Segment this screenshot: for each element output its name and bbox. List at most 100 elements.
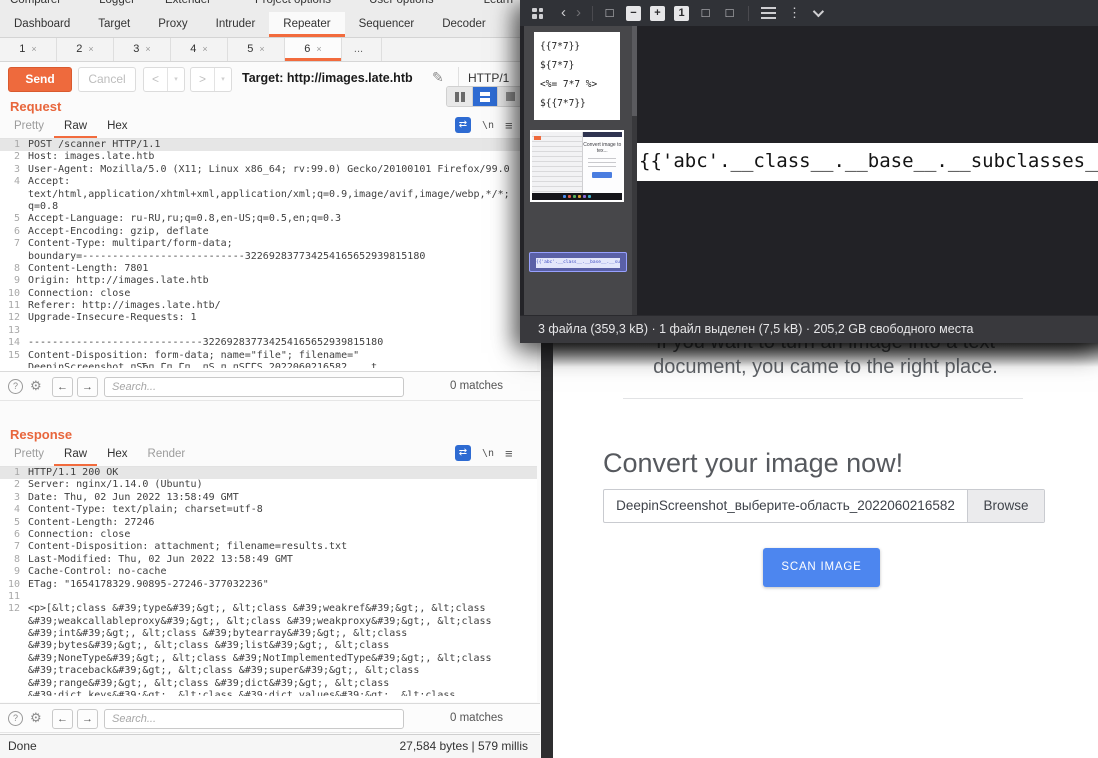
fit-width-icon[interactable]: □: [698, 6, 713, 21]
newline-toggle-icon[interactable]: \n: [482, 120, 494, 131]
file-upload-input[interactable]: DeepinScreenshot_выберите-область_202206…: [603, 489, 1045, 523]
response-title: Response: [10, 427, 72, 442]
code-line: 3Date: Thu, 02 Jun 2022 13:58:49 GMT: [0, 492, 537, 504]
burp-module-tab[interactable]: Proxy: [144, 12, 201, 37]
search-prev-button[interactable]: ←: [52, 709, 73, 729]
burp-module-tab[interactable]: Target: [84, 12, 144, 37]
sync-icon[interactable]: ⇄: [455, 117, 471, 133]
browse-button[interactable]: Browse: [967, 490, 1044, 522]
burp-module-tab[interactable]: Extender: [165, 0, 211, 6]
code-line: 12<p>[&lt;class &#39;type&#39;&gt;, &lt;…: [0, 603, 537, 615]
caret-down-icon[interactable]: ▾: [215, 68, 231, 91]
repeater-tab[interactable]: 3×: [114, 38, 171, 61]
cancel-button[interactable]: Cancel: [78, 67, 136, 92]
single-pane-icon: [506, 92, 515, 101]
search-input[interactable]: [104, 709, 404, 729]
burp-module-tab[interactable]: Repeater: [269, 12, 344, 37]
repeater-tab[interactable]: 4×: [171, 38, 228, 61]
help-icon[interactable]: ?: [8, 379, 23, 394]
code-line: 14-----------------------------322692837…: [0, 337, 537, 349]
caret-down-icon[interactable]: ▾: [168, 68, 184, 91]
response-editor-icons: ⇄ \n ≡: [455, 445, 513, 461]
view-tab[interactable]: Pretty: [4, 116, 54, 138]
code-line: 3User-Agent: Mozilla/5.0 (X11; Linux x86…: [0, 164, 537, 176]
layout-columns-button[interactable]: [447, 87, 472, 106]
help-icon[interactable]: ?: [8, 711, 23, 726]
editor-menu-icon[interactable]: ≡: [505, 118, 513, 133]
close-icon[interactable]: ×: [88, 44, 93, 54]
history-back-button[interactable]: <▾: [143, 67, 185, 92]
scan-image-button[interactable]: SCAN IMAGE: [763, 548, 880, 587]
response-search-bar: ? ⚙ ← → 0 matches: [0, 703, 540, 733]
forward-icon[interactable]: ›: [576, 1, 581, 25]
list-view-icon[interactable]: [761, 7, 776, 19]
repeater-tab[interactable]: 2×: [57, 38, 114, 61]
code-line: 13: [0, 325, 537, 337]
code-line: 11Referer: http://images.late.htb/: [0, 300, 537, 312]
close-icon[interactable]: ×: [31, 44, 36, 54]
editor-menu-icon[interactable]: ≡: [505, 446, 513, 461]
newline-toggle-icon[interactable]: \n: [482, 448, 494, 459]
burp-module-tab[interactable]: Logger: [99, 0, 135, 6]
gear-icon[interactable]: ⚙: [30, 710, 42, 726]
fit-height-icon[interactable]: □: [722, 6, 737, 21]
chevron-down-icon[interactable]: [813, 6, 824, 17]
repeater-tab[interactable]: 1×: [0, 38, 57, 61]
search-next-button[interactable]: →: [77, 709, 98, 729]
view-tab[interactable]: Raw: [54, 116, 97, 138]
back-arrow-icon[interactable]: <: [144, 68, 168, 91]
close-icon[interactable]: ×: [316, 44, 321, 54]
code-line: 5Accept-Language: ru-RU,ru;q=0.8,en-US;q…: [0, 213, 537, 225]
thumbnail-screenshot[interactable]: Convert image to tex...: [530, 130, 624, 202]
gear-icon[interactable]: ⚙: [30, 378, 42, 394]
convert-heading: Convert your image now!: [603, 448, 903, 479]
view-tab[interactable]: Raw: [54, 444, 97, 466]
search-prev-button[interactable]: ←: [52, 377, 73, 397]
folder-view-grid-icon[interactable]: [532, 8, 543, 19]
repeater-tab[interactable]: 6×: [285, 38, 342, 61]
code-line: 9Cache-Control: no-cache: [0, 566, 537, 578]
view-tab[interactable]: Pretty: [4, 444, 54, 466]
zoom-out-icon[interactable]: −: [626, 6, 641, 21]
burp-module-tab[interactable]: Learn: [484, 0, 513, 6]
layout-single-button[interactable]: [497, 87, 522, 106]
request-title: Request: [10, 99, 61, 114]
http-version-label[interactable]: HTTP/1: [468, 71, 509, 85]
burp-module-tab[interactable]: Sequencer: [345, 12, 429, 37]
request-editor[interactable]: 1POST /scanner HTTP/1.12Host: images.lat…: [0, 138, 537, 371]
burp-module-tab[interactable]: Intruder: [202, 12, 270, 37]
zoom-100-icon[interactable]: 1: [674, 6, 689, 21]
burp-module-tab[interactable]: Comparer: [10, 0, 61, 6]
thumbnail-selected-payload-image[interactable]: {{'abc'.__class__.__base__.__subclasses_…: [529, 252, 627, 272]
burp-module-tab[interactable]: Dashboard: [0, 12, 84, 37]
search-next-button[interactable]: →: [77, 377, 98, 397]
burp-module-tab[interactable]: Decoder: [428, 12, 499, 37]
thumbnail-ssti-payloads[interactable]: {{7*7}}${7*7}<%= 7*7 %>${{7*7}}: [534, 32, 620, 120]
sync-icon[interactable]: ⇄: [455, 445, 471, 461]
close-icon[interactable]: ×: [259, 44, 264, 54]
file-name-value: DeepinScreenshot_выберите-область_202206…: [604, 490, 967, 522]
viewer-canvas[interactable]: {{'abc'.__class__.__base__.__subclasses_…: [637, 26, 1098, 315]
fit-window-icon[interactable]: □: [602, 6, 617, 21]
view-tab[interactable]: Render: [138, 444, 196, 466]
view-tab[interactable]: Hex: [97, 444, 137, 466]
kebab-menu-icon[interactable]: ⋮: [788, 1, 801, 25]
burp-module-tab[interactable]: Project options: [255, 0, 331, 6]
view-tab[interactable]: Hex: [97, 116, 137, 138]
history-forward-button[interactable]: >▾: [190, 67, 232, 92]
zoom-in-icon[interactable]: +: [650, 6, 665, 21]
close-icon[interactable]: ×: [145, 44, 150, 54]
response-editor[interactable]: 1HTTP/1.1 200 OK2Server: nginx/1.14.0 (U…: [0, 466, 537, 702]
close-icon[interactable]: ×: [202, 44, 207, 54]
burp-module-tab[interactable]: User options: [369, 0, 434, 6]
forward-arrow-icon[interactable]: >: [191, 68, 215, 91]
code-line: 4Accept:: [0, 176, 537, 188]
send-button[interactable]: Send: [8, 67, 72, 92]
search-input[interactable]: [104, 377, 404, 397]
repeater-tab[interactable]: 5×: [228, 38, 285, 61]
repeater-tab[interactable]: ...: [342, 38, 382, 61]
edit-pencil-icon[interactable]: ✎: [432, 69, 444, 86]
back-icon[interactable]: ‹: [561, 1, 566, 25]
burp-status-bar: Done 27,584 bytes | 579 millis: [0, 734, 540, 758]
layout-rows-button[interactable]: [472, 87, 497, 106]
